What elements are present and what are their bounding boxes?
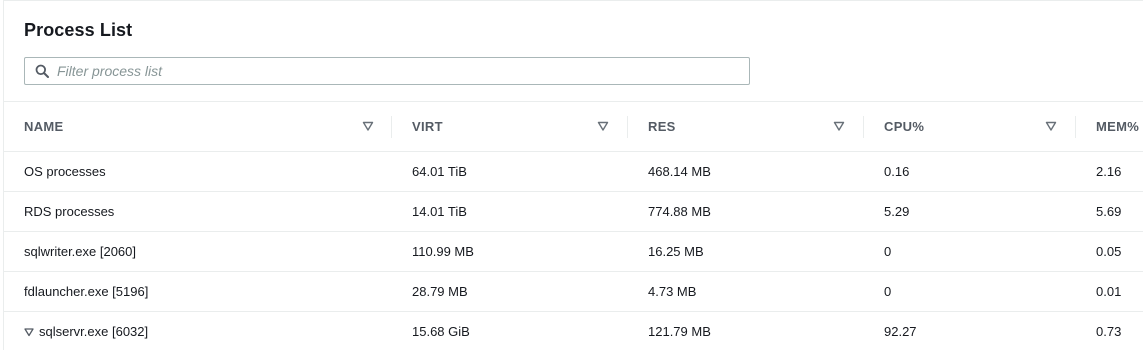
sort-caret-icon[interactable] — [597, 120, 609, 132]
filter-search-box[interactable] — [24, 57, 750, 85]
panel-header: Process List — [4, 1, 1143, 102]
cell-virt: 28.79 MB — [412, 284, 468, 299]
cell-cpu: 0 — [884, 244, 892, 259]
cell-mem: 0.73 — [1096, 324, 1122, 339]
cell-name: fdlauncher.exe [5196] — [24, 284, 149, 299]
table-header: NAME VIRT RES CPU% MEM% — [4, 102, 1143, 152]
column-header-mem[interactable]: MEM% — [1076, 102, 1143, 151]
cell-virt: 64.01 TiB — [412, 164, 467, 179]
column-header-label: CPU% — [884, 119, 925, 134]
sort-caret-icon[interactable] — [833, 120, 845, 132]
column-header-label: RES — [648, 119, 676, 134]
cell-res: 468.14 MB — [648, 164, 711, 179]
table-row[interactable]: OS processes 64.01 TiB 468.14 MB 0.16 2.… — [4, 152, 1143, 192]
table-row[interactable]: sqlwriter.exe [2060] 110.99 MB 16.25 MB … — [4, 232, 1143, 272]
column-header-name[interactable]: NAME — [4, 102, 392, 151]
cell-mem: 5.69 — [1096, 204, 1122, 219]
cell-name: OS processes — [24, 164, 106, 179]
cell-virt: 15.68 GiB — [412, 324, 470, 339]
column-header-virt[interactable]: VIRT — [392, 102, 628, 151]
table-row[interactable]: sqlservr.exe [6032] 15.68 GiB 121.79 MB … — [4, 312, 1143, 350]
cell-cpu: 92.27 — [884, 324, 917, 339]
cell-res: 16.25 MB — [648, 244, 704, 259]
filter-process-list-input[interactable] — [57, 58, 737, 84]
cell-virt: 14.01 TiB — [412, 204, 467, 219]
cell-name: sqlservr.exe [6032] — [24, 312, 148, 350]
cell-res: 4.73 MB — [648, 284, 697, 299]
search-icon — [35, 64, 49, 78]
cell-mem: 0.01 — [1096, 284, 1122, 299]
column-header-cpu[interactable]: CPU% — [864, 102, 1076, 151]
cell-mem: 2.16 — [1096, 164, 1122, 179]
cell-res: 774.88 MB — [648, 204, 711, 219]
column-header-res[interactable]: RES — [628, 102, 864, 151]
sort-caret-icon[interactable] — [1045, 120, 1057, 132]
column-header-label: NAME — [24, 119, 64, 134]
panel-title: Process List — [24, 20, 133, 40]
expand-caret-icon[interactable] — [24, 327, 34, 337]
cell-res: 121.79 MB — [648, 324, 711, 339]
cell-cpu: 0 — [884, 284, 892, 299]
cell-name: sqlwriter.exe [2060] — [24, 244, 137, 259]
cell-name-label: sqlservr.exe [6032] — [39, 324, 149, 339]
cell-cpu: 0.16 — [884, 164, 910, 179]
cell-name: RDS processes — [24, 204, 115, 219]
cell-cpu: 5.29 — [884, 204, 910, 219]
table-row[interactable]: fdlauncher.exe [5196] 28.79 MB 4.73 MB 0… — [4, 272, 1143, 312]
process-list-panel: Process List NAME VIRT RES CPU% — [3, 0, 1143, 350]
cell-mem: 0.05 — [1096, 244, 1122, 259]
column-header-label: MEM% — [1096, 119, 1140, 134]
cell-virt: 110.99 MB — [412, 244, 474, 259]
sort-caret-icon[interactable] — [362, 120, 374, 132]
column-header-label: VIRT — [412, 119, 443, 134]
table-row[interactable]: RDS processes 14.01 TiB 774.88 MB 5.29 5… — [4, 192, 1143, 232]
